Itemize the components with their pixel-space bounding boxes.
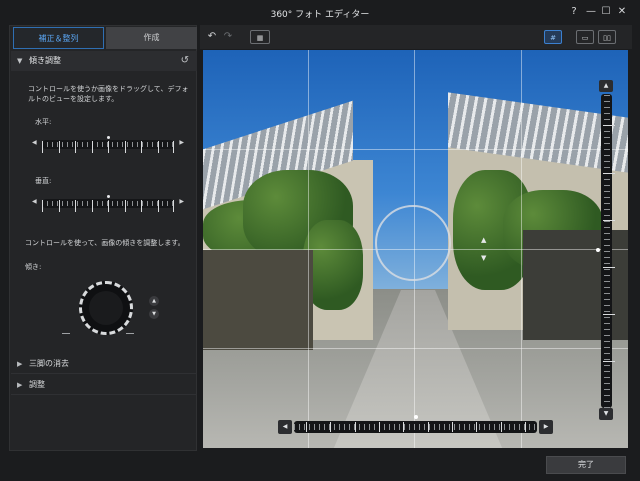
tilt-up-button[interactable]: ▲: [149, 296, 159, 306]
adjust-section[interactable]: ▶ 調整: [11, 375, 197, 395]
vertical-slider-track[interactable]: [42, 195, 174, 212]
split-view-icon[interactable]: ▯▯: [598, 30, 616, 44]
vertical-label: 垂直:: [35, 177, 52, 185]
window-title: 360° フォト エディター: [270, 10, 370, 20]
grid-icon[interactable]: #: [544, 30, 562, 44]
vertical-rotation-thumb[interactable]: [596, 247, 600, 252]
horizontal-slider-thumb[interactable]: [106, 136, 110, 139]
tilt-section-header[interactable]: ▼ 傾き調整 ↺: [11, 51, 197, 71]
tab-create[interactable]: 作成: [106, 27, 197, 49]
collapse-triangle-icon: ▼: [17, 57, 23, 65]
expand-triangle-icon: ▶: [17, 360, 23, 368]
grid-line: [203, 348, 628, 349]
tab-correct-align[interactable]: 補正＆整列: [13, 27, 104, 49]
vertical-slider-thumb[interactable]: [106, 195, 110, 198]
tilt-down-button[interactable]: ▼: [149, 309, 159, 319]
reset-icon[interactable]: ↺: [181, 51, 189, 71]
close-button[interactable]: ✕: [615, 5, 629, 19]
horizontal-slider-track[interactable]: [42, 136, 174, 153]
title-bar: 360° フォト エディター ? — ☐ ✕: [0, 0, 640, 26]
tilt-section-title: 傾き調整: [29, 56, 61, 65]
nav-down-icon[interactable]: ▼: [481, 254, 486, 262]
view-description: コントロールを使うか画像をドラッグして、デフォルトのビューを設定します。: [28, 85, 189, 103]
slider-left-arrow-icon[interactable]: ◀: [32, 139, 37, 146]
horizontal-rotation-track[interactable]: [294, 415, 537, 433]
redo-icon[interactable]: ↷: [222, 30, 234, 44]
help-button[interactable]: ?: [567, 5, 581, 19]
horizontal-rotation-slider[interactable]: ◀ ▶: [278, 415, 553, 434]
adjust-label: 調整: [29, 380, 45, 389]
slider-down-arrow-icon[interactable]: ▼: [599, 408, 613, 420]
vertical-slider[interactable]: ◀ ▶: [32, 195, 184, 212]
tilt-description: コントロールを使って、画像の傾きを調整します。: [25, 239, 185, 247]
wall: [203, 250, 313, 350]
slider-left-arrow-icon[interactable]: ◀: [32, 198, 37, 205]
minimize-button[interactable]: —: [584, 5, 598, 19]
tripod-removal-label: 三脚の消去: [29, 359, 69, 368]
photo-viewer[interactable]: ▲ ▼ ▲ ▼ ◀ ▶: [203, 50, 628, 448]
filmstrip-icon[interactable]: ▦: [250, 30, 270, 44]
vertical-rotation-slider[interactable]: ▲ ▼: [596, 80, 615, 420]
tilt-label: 傾き:: [25, 263, 42, 271]
slider-up-arrow-icon[interactable]: ▲: [599, 80, 613, 92]
nav-up-icon[interactable]: ▲: [481, 236, 486, 244]
horizontal-label: 水平:: [35, 118, 52, 126]
slider-right-arrow-icon[interactable]: ▶: [539, 420, 553, 434]
vertical-rotation-track[interactable]: [596, 94, 615, 408]
grid-line: [203, 149, 628, 150]
view-center-ring[interactable]: [375, 205, 451, 281]
done-button[interactable]: 完了: [546, 456, 626, 474]
slider-left-arrow-icon[interactable]: ◀: [278, 420, 292, 434]
horizontal-slider[interactable]: ◀ ▶: [32, 136, 184, 153]
expand-triangle-icon: ▶: [17, 381, 23, 389]
viewer-toolbar: ↶ ↷ ▦ # ▭ ▯▯: [200, 25, 632, 49]
tilt-dial[interactable]: [79, 281, 133, 335]
maximize-button[interactable]: ☐: [599, 5, 613, 19]
adjustment-panel: 補正＆整列 作成 ▼ 傾き調整 ↺ コントロールを使うか画像をドラッグして、デフ…: [9, 25, 197, 451]
undo-icon[interactable]: ↶: [206, 30, 218, 44]
tripod-removal-section[interactable]: ▶ 三脚の消去: [11, 354, 197, 374]
single-view-icon[interactable]: ▭: [576, 30, 594, 44]
slider-right-arrow-icon[interactable]: ▶: [179, 139, 184, 146]
slider-right-arrow-icon[interactable]: ▶: [179, 198, 184, 205]
